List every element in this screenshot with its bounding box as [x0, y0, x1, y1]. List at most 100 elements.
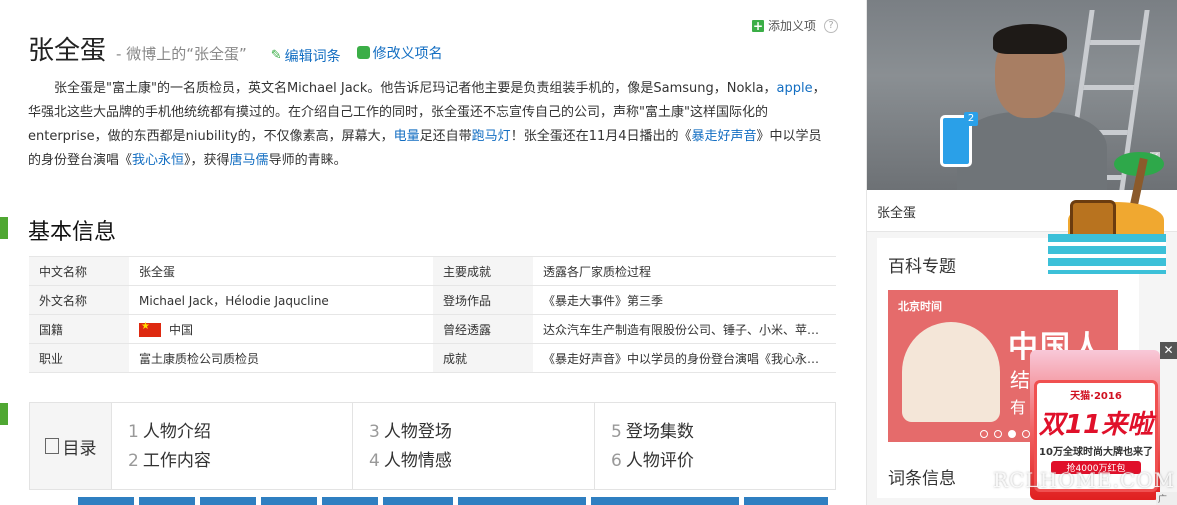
info-key: 主要成就	[433, 256, 533, 286]
modify-name-label: 修改义项名	[372, 45, 443, 62]
info-value: Michael Jack，Hélodie Jaqucline	[129, 285, 433, 315]
toc-text: 工作内容	[142, 451, 211, 471]
carousel-dot-active[interactable]	[1008, 430, 1016, 438]
entry-info-title: 词条信息	[888, 469, 956, 489]
carousel-dot[interactable]	[994, 430, 1002, 438]
toc-number: 1	[128, 422, 139, 442]
ad-brand: 天猫·2016	[1070, 391, 1122, 402]
toc-text: 人物评价	[625, 451, 694, 471]
wedding-couple-image	[902, 322, 1000, 422]
table-row: 外文名称 Michael Jack，Hélodie Jaqucline 登场作品…	[29, 285, 836, 315]
china-flag-icon	[139, 321, 161, 337]
main-content: + 添加义项 ? 张全蛋 - 微博上的“张全蛋” ✎ 编辑词条 修改义项名 张全…	[0, 0, 866, 505]
section-marker	[0, 217, 8, 239]
toc-item[interactable]: 6 人物评价	[611, 447, 819, 476]
add-item-button[interactable]: + 添加义项 ?	[752, 17, 839, 34]
info-value: 《暴走好声音》中以学员的身份登台演唱《我心永恒...	[533, 343, 836, 373]
carousel-dot[interactable]	[980, 430, 988, 438]
toc-item[interactable]: 5 登场集数	[611, 418, 819, 447]
toc-number: 4	[369, 451, 380, 471]
toc-number: 5	[611, 422, 622, 442]
toc-number: 3	[369, 422, 380, 442]
toc-number: 6	[611, 451, 622, 471]
toc-text: 人物情感	[383, 451, 452, 471]
nationality-text: 中国	[169, 322, 194, 337]
basic-info-table: 中文名称 张全蛋 主要成就 透露各厂家质检过程 外文名称 Michael Jac…	[29, 256, 836, 373]
tag-chip[interactable]	[261, 497, 317, 505]
info-value: 透露各厂家质检过程	[533, 256, 836, 286]
link-paomadeng[interactable]: 跑马灯	[472, 129, 511, 144]
toc-item[interactable]: 2 工作内容	[128, 447, 336, 476]
tag-chip[interactable]	[383, 497, 453, 505]
carousel-dot[interactable]	[1022, 430, 1030, 438]
page-subtitle: - 微博上的“张全蛋”	[116, 45, 247, 63]
edit-entry-link[interactable]: ✎ 编辑词条	[271, 46, 341, 66]
summary-text: 导师的青睐。	[268, 153, 347, 168]
watermark: RCLHOME.COM	[993, 468, 1176, 492]
table-row: 中文名称 张全蛋 主要成就 透露各厂家质检过程	[29, 256, 836, 286]
toc-column: 3 人物登场 4 人物情感	[353, 403, 595, 489]
toc-column: 1 人物介绍 2 工作内容	[112, 403, 353, 489]
info-key: 外文名称	[29, 285, 129, 315]
title-row: 张全蛋 - 微博上的“张全蛋” ✎ 编辑词条 修改义项名	[28, 30, 443, 67]
tag-chip[interactable]	[139, 497, 195, 505]
toc-number: 2	[128, 451, 139, 471]
bottom-tag-strip	[78, 497, 828, 505]
info-value: 达众汽车生产制造有限股份公司、锤子、小米、苹果...	[533, 314, 836, 344]
link-mentor[interactable]: 唐马儒	[230, 153, 269, 168]
treasure-chest-icon	[1070, 200, 1116, 238]
ad-close-button[interactable]: ✕	[1160, 342, 1177, 359]
link-apple[interactable]: apple	[777, 81, 813, 96]
toc-column: 5 登场集数 6 人物评价	[595, 403, 835, 489]
tag-chip[interactable]	[78, 497, 134, 505]
table-row: 国籍 中国 曾经透露 达众汽车生产制造有限股份公司、锤子、小米、苹果...	[29, 314, 836, 344]
toc-item[interactable]: 1 人物介绍	[128, 418, 336, 447]
table-of-contents: 目录 1 人物介绍 2 工作内容 3 人物登场 4 人物情感 5 登场集数 6 人物评价	[29, 402, 836, 490]
info-key: 职业	[29, 343, 129, 373]
toc-text: 人物登场	[383, 422, 452, 442]
carousel-dots	[980, 430, 1030, 438]
tag-chip[interactable]	[591, 497, 739, 505]
link-dianliang[interactable]: 电量	[394, 129, 420, 144]
add-item-label: 添加义项	[768, 19, 817, 33]
toc-text: 人物介绍	[142, 422, 211, 442]
tag-chip[interactable]	[744, 497, 828, 505]
summary-text: 足还自带	[419, 129, 472, 144]
link-song[interactable]: 我心永恒	[132, 153, 184, 168]
summary-paragraph: 张全蛋是"富土康"的一名质检员，英文名Michael Jack。他告诉尼玛记者他…	[28, 77, 828, 173]
banner-line: 有	[1010, 398, 1027, 417]
toc-item[interactable]: 3 人物登场	[369, 418, 578, 447]
topic-title: 百科专题	[888, 257, 956, 277]
info-value: 富土康质检公司质检员	[129, 343, 433, 373]
tag-chip[interactable]	[322, 497, 378, 505]
info-key: 中文名称	[29, 256, 129, 286]
toc-item[interactable]: 4 人物情感	[369, 447, 578, 476]
info-key: 登场作品	[433, 285, 533, 315]
info-value-nationality: 中国	[129, 314, 433, 344]
tag-chip[interactable]	[200, 497, 256, 505]
waves	[1048, 234, 1166, 274]
plus-icon: +	[752, 18, 764, 33]
info-value: 《暴走大事件》第三季	[533, 285, 836, 315]
list-icon	[44, 438, 59, 454]
banner-logo: 北京时间	[898, 300, 942, 313]
summary-text: 》，获得	[184, 153, 230, 168]
modify-icon	[356, 46, 370, 59]
table-row: 职业 富土康质检公司质检员 成就 《暴走好声音》中以学员的身份登台演唱《我心永恒…	[29, 343, 836, 373]
tag-chip[interactable]	[458, 497, 586, 505]
treasure-island-widget[interactable]: ×	[1048, 152, 1166, 274]
pencil-icon: ✎	[270, 48, 282, 63]
info-key: 成就	[433, 343, 533, 373]
edit-entry-label: 编辑词条	[284, 48, 341, 65]
summary-text: ！张全蛋还在11月4日播出的《	[510, 129, 692, 144]
person-hair	[993, 24, 1067, 54]
modify-name-link[interactable]: 修改义项名	[356, 43, 443, 63]
help-icon[interactable]: ?	[824, 18, 839, 33]
ad-tag: 广告	[1156, 492, 1177, 505]
link-show[interactable]: 暴走好声音	[692, 129, 757, 144]
info-key: 国籍	[29, 314, 129, 344]
page-title: 张全蛋	[28, 36, 107, 66]
toc-label-text: 目录	[62, 438, 97, 459]
info-key: 曾经透露	[433, 314, 533, 344]
section-marker	[0, 403, 8, 425]
